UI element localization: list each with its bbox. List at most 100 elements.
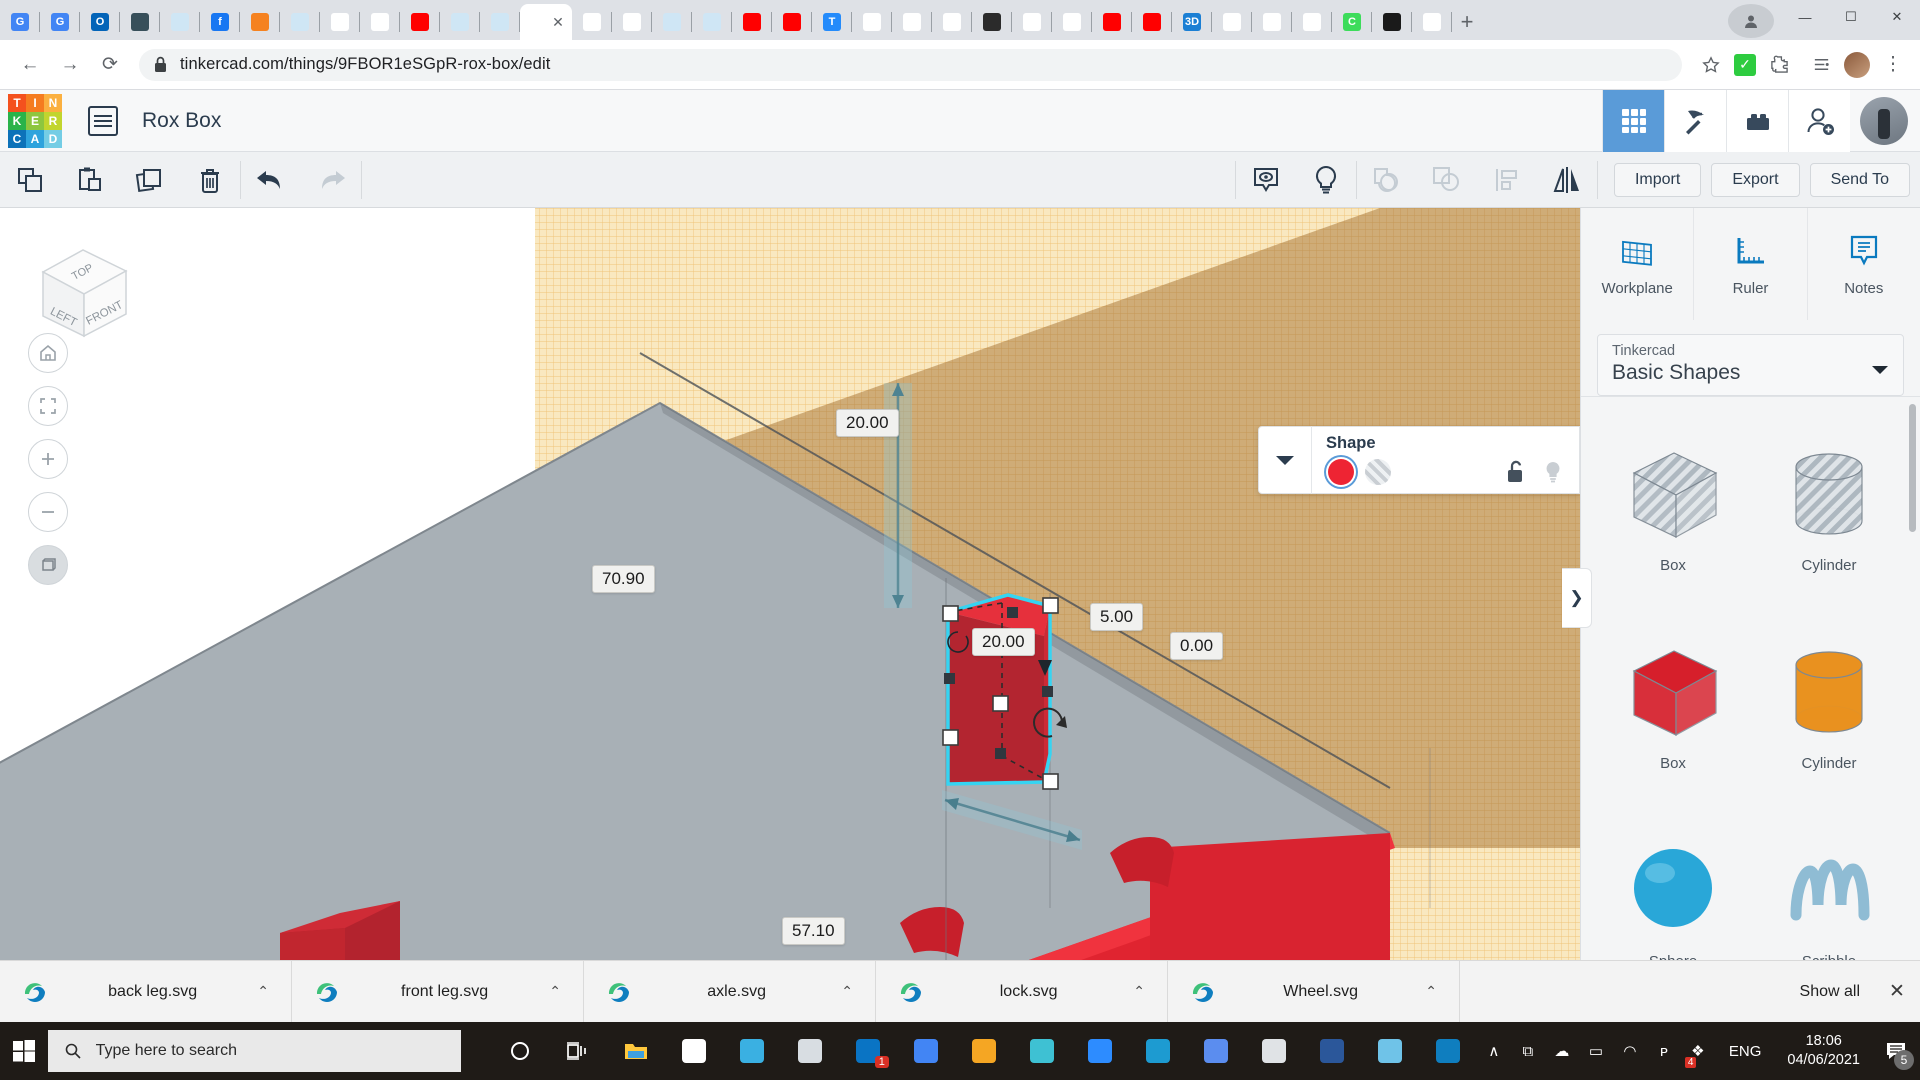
browser-tab-myminifactory[interactable]: M bbox=[320, 4, 360, 40]
chevron-up-icon[interactable]: ⌃ bbox=[841, 983, 853, 1000]
browser-tab-youtube1[interactable] bbox=[400, 4, 440, 40]
photos-taskbar[interactable] bbox=[1361, 1022, 1419, 1080]
duplicate-button[interactable] bbox=[120, 152, 180, 208]
show-all-downloads-button[interactable]: Show all bbox=[1800, 983, 1874, 1001]
chevron-up-icon[interactable]: ⌃ bbox=[257, 983, 269, 1000]
browser-tab-globe1[interactable] bbox=[572, 4, 612, 40]
download-back-leg[interactable]: back leg.svg⌃ bbox=[0, 961, 292, 1023]
browser-tab-wiki2[interactable]: W bbox=[1252, 4, 1292, 40]
edge-taskbar[interactable] bbox=[1419, 1022, 1477, 1080]
workplane-tool[interactable]: Workplane bbox=[1581, 208, 1694, 320]
bricks-button[interactable] bbox=[1726, 90, 1788, 152]
cortana-taskbar[interactable] bbox=[491, 1022, 549, 1080]
ruler-tool[interactable]: Ruler bbox=[1694, 208, 1807, 320]
microsoft-store-taskbar[interactable] bbox=[665, 1022, 723, 1080]
lightbulb-icon[interactable] bbox=[1543, 460, 1563, 484]
browser-tab-youtube5[interactable] bbox=[1132, 4, 1172, 40]
cura-taskbar[interactable] bbox=[723, 1022, 781, 1080]
export-button[interactable]: Export bbox=[1711, 163, 1799, 197]
browser-tab-integral[interactable] bbox=[972, 4, 1012, 40]
word-taskbar[interactable] bbox=[1303, 1022, 1361, 1080]
meshmixer-taskbar[interactable] bbox=[781, 1022, 839, 1080]
tinkercad-logo[interactable]: TINKERCAD bbox=[8, 94, 62, 148]
new-tab-button[interactable]: + bbox=[1452, 7, 1482, 37]
reload-button[interactable]: ⟳ bbox=[91, 46, 129, 84]
browser-tab-inkscape[interactable] bbox=[1012, 4, 1052, 40]
browser-tab-wiki1[interactable]: W bbox=[1212, 4, 1252, 40]
shape-cylinder-solid[interactable]: Cylinder bbox=[1753, 609, 1905, 797]
browser-tab-tinkercad2[interactable] bbox=[280, 4, 320, 40]
inkscape-taskbar[interactable] bbox=[1187, 1022, 1245, 1080]
browser-tab-wiki3[interactable]: W bbox=[1292, 4, 1332, 40]
browser-tab-cplus[interactable]: C bbox=[1332, 4, 1372, 40]
shape-scribble[interactable]: Scribble bbox=[1753, 807, 1905, 960]
group-button[interactable] bbox=[1357, 152, 1417, 208]
browser-tab-tinkercad3[interactable] bbox=[440, 4, 480, 40]
unlocked-padlock-icon[interactable] bbox=[1505, 460, 1527, 484]
apps-grid-button[interactable] bbox=[1602, 90, 1664, 152]
invite-button[interactable] bbox=[1788, 90, 1850, 152]
download-front-leg[interactable]: front leg.svg⌃ bbox=[292, 961, 584, 1023]
browser-tab-tinkercad4[interactable] bbox=[480, 4, 520, 40]
browser-tab-warn[interactable] bbox=[1412, 4, 1452, 40]
browser-tab-tinkercad5[interactable] bbox=[652, 4, 692, 40]
tray-battery[interactable]: ▭ bbox=[1579, 1022, 1613, 1080]
zoom-taskbar[interactable] bbox=[1071, 1022, 1129, 1080]
chevron-up-icon[interactable]: ⌃ bbox=[549, 983, 561, 1000]
chevron-up-icon[interactable]: ⌃ bbox=[1425, 983, 1437, 1000]
align-button[interactable] bbox=[1477, 152, 1537, 208]
browser-tab-dropbox2[interactable] bbox=[932, 4, 972, 40]
download-wheel[interactable]: Wheel.svg⌃ bbox=[1168, 961, 1460, 1023]
browser-tab-ultimaker[interactable] bbox=[120, 4, 160, 40]
base-offset-dimension[interactable]: 0.00 bbox=[1170, 632, 1223, 660]
extensions-puzzle-icon[interactable] bbox=[1760, 46, 1798, 84]
tray-wifi[interactable]: ◠ bbox=[1613, 1022, 1647, 1080]
copy-button[interactable] bbox=[0, 152, 60, 208]
mirror-button[interactable] bbox=[1537, 152, 1597, 208]
browser-tab-active[interactable]: ✕ bbox=[520, 4, 572, 40]
browser-tab-telegram[interactable] bbox=[240, 4, 280, 40]
chevron-up-icon[interactable]: ⌃ bbox=[1133, 983, 1145, 1000]
collapse-panel-button[interactable] bbox=[1259, 452, 1311, 468]
browser-tab-kidscan[interactable] bbox=[852, 4, 892, 40]
browser-menu-icon[interactable]: ⋮ bbox=[1874, 46, 1912, 84]
browser-tab-youtube4[interactable] bbox=[1092, 4, 1132, 40]
browser-profile-button[interactable] bbox=[1728, 4, 1774, 38]
fit-view-button[interactable] bbox=[28, 386, 68, 426]
bookmark-star-icon[interactable] bbox=[1692, 46, 1730, 84]
shape-box-solid[interactable]: Box bbox=[1597, 609, 1749, 797]
paste-button[interactable] bbox=[60, 152, 120, 208]
tray-onedrive[interactable]: ☁ bbox=[1545, 1022, 1579, 1080]
collapse-sidebar-button[interactable]: ❯ bbox=[1562, 568, 1592, 628]
extension-badge-icon[interactable]: ✓ bbox=[1734, 54, 1756, 76]
browser-tab-outlook[interactable]: O bbox=[80, 4, 120, 40]
browser-tab-tinkercad1[interactable] bbox=[160, 4, 200, 40]
browser-tab-google[interactable]: G bbox=[1052, 4, 1092, 40]
prusa-slicer-taskbar[interactable] bbox=[1245, 1022, 1303, 1080]
browser-tab-facebook[interactable]: f bbox=[200, 4, 240, 40]
shape-sphere[interactable]: Sphere bbox=[1597, 807, 1749, 960]
browser-tab-3dbuilder[interactable]: 3D bbox=[1172, 4, 1212, 40]
tinkercad-taskbar[interactable] bbox=[1013, 1022, 1071, 1080]
shape-library-select[interactable]: Tinkercad Basic Shapes bbox=[1597, 334, 1904, 396]
user-avatar[interactable] bbox=[1860, 97, 1908, 145]
tray-clock[interactable]: 18:06 04/06/2021 bbox=[1775, 1032, 1872, 1070]
address-bar[interactable]: tinkercad.com/things/9FBOR1eSGpR-rox-box… bbox=[139, 49, 1682, 81]
height-dimension[interactable]: 20.00 bbox=[836, 409, 899, 437]
undo-button[interactable] bbox=[241, 152, 301, 208]
view-cube[interactable]: TOP LEFT FRONT bbox=[18, 226, 138, 346]
tray-expand[interactable]: ∧ bbox=[1477, 1022, 1511, 1080]
shape-box-hole[interactable]: Box bbox=[1597, 411, 1749, 599]
browser-tab-thingiverse[interactable]: T bbox=[812, 4, 852, 40]
tray-camera[interactable]: ⧉ bbox=[1511, 1022, 1545, 1080]
width-dimension[interactable]: 20.00 bbox=[972, 628, 1035, 656]
forward-button[interactable]: → bbox=[51, 46, 89, 84]
depth-offset-dimension[interactable]: 70.90 bbox=[592, 565, 655, 593]
tray-language[interactable]: ENG bbox=[1715, 1043, 1776, 1060]
notes-tool[interactable]: Notes bbox=[1808, 208, 1920, 320]
codeblocks-button[interactable] bbox=[1664, 90, 1726, 152]
chrome-taskbar[interactable] bbox=[897, 1022, 955, 1080]
browser-tab-gtrans1[interactable]: G bbox=[0, 4, 40, 40]
maximize-button[interactable]: ☐ bbox=[1828, 0, 1874, 34]
sendto-button[interactable]: Send To bbox=[1810, 163, 1910, 197]
